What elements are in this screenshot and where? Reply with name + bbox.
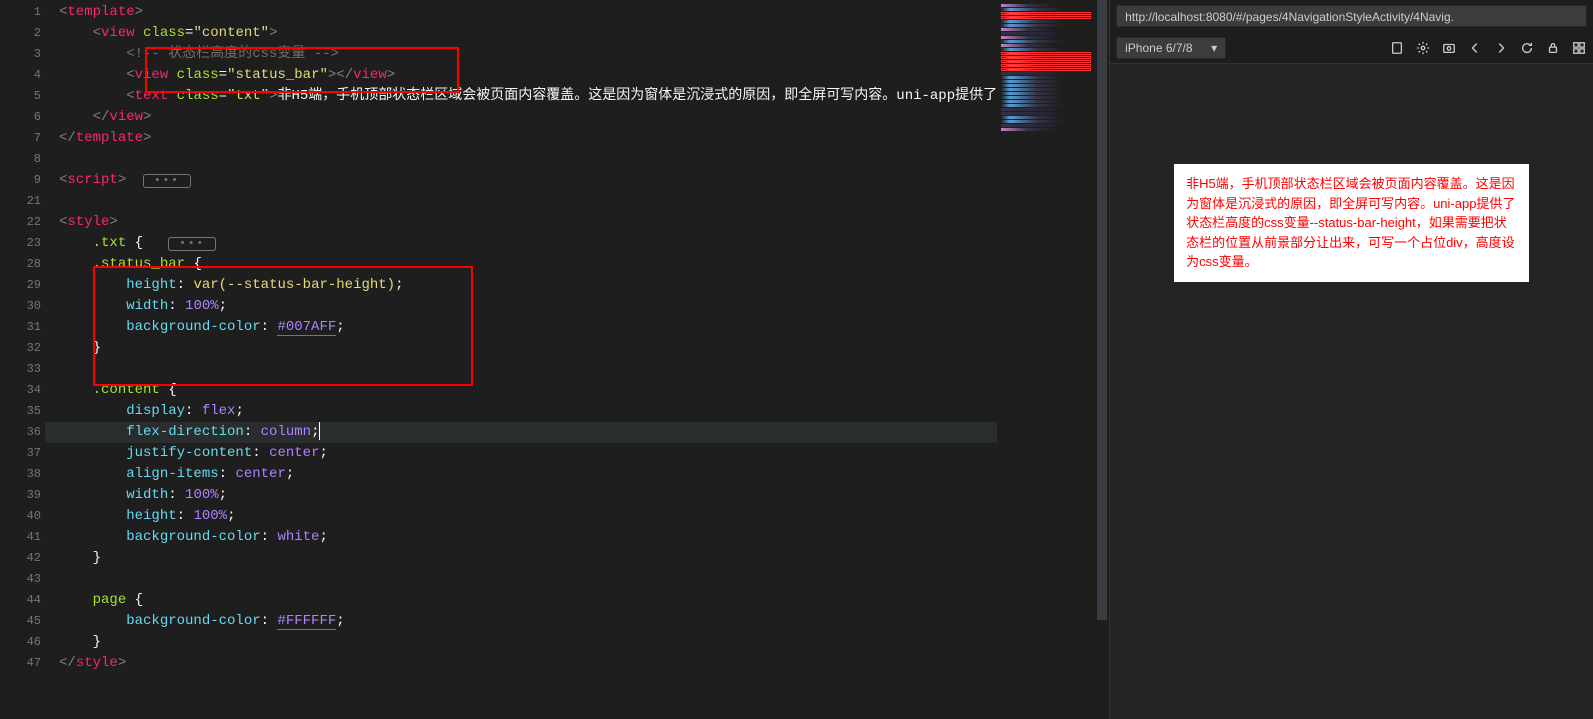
line-number: 35	[0, 401, 45, 422]
line-number: 21	[0, 191, 45, 212]
code-line: width: 100%;	[45, 485, 997, 506]
code-line: </style>	[45, 653, 997, 674]
code-line: justify-content: center;	[45, 443, 997, 464]
url-input[interactable]: http://localhost:8080/#/pages/4Navigatio…	[1116, 5, 1587, 27]
refresh-icon[interactable]	[1519, 40, 1535, 56]
lock-icon[interactable]	[1545, 40, 1561, 56]
code-line: <script> •••	[45, 170, 997, 191]
fold-badge[interactable]: •••	[168, 237, 216, 251]
line-number: 47	[0, 653, 45, 674]
line-number: 28−	[0, 254, 45, 275]
scroll-thumb[interactable]	[1097, 0, 1107, 620]
line-number: 2−	[0, 23, 45, 44]
code-line: .status_bar {	[45, 254, 997, 275]
fold-badge[interactable]: •••	[143, 174, 191, 188]
code-line: <view class="content">	[45, 23, 997, 44]
device-label: iPhone 6/7/8	[1125, 41, 1192, 55]
line-number: 3	[0, 44, 45, 65]
rotate-icon[interactable]	[1389, 40, 1405, 56]
screenshot-icon[interactable]	[1441, 40, 1457, 56]
line-number: 40	[0, 506, 45, 527]
code-line: }	[45, 548, 997, 569]
devtools-panel: http://localhost:8080/#/pages/4Navigatio…	[1109, 0, 1593, 719]
line-number: 6	[0, 107, 45, 128]
back-icon[interactable]	[1467, 40, 1483, 56]
gear-icon[interactable]	[1415, 40, 1431, 56]
code-line: <view class="status_bar"></view>	[45, 65, 997, 86]
line-number: 5	[0, 86, 45, 107]
chevron-down-icon: ▾	[1211, 41, 1217, 55]
code-line: .content {	[45, 380, 997, 401]
line-number: 32	[0, 338, 45, 359]
code-line: height: 100%;	[45, 506, 997, 527]
phone-preview[interactable]: 非H5端，手机顶部状态栏区域会被页面内容覆盖。这是因为窗体是沉浸式的原因，即全屏…	[1174, 164, 1529, 282]
line-number: 39	[0, 485, 45, 506]
code-line: <!-- 状态栏高度的css变量 -->	[45, 44, 997, 65]
code-line: display: flex;	[45, 401, 997, 422]
code-line: <text class="txt">非H5端，手机顶部状态栏区域会被页面内容覆盖…	[45, 86, 997, 107]
line-number: 42	[0, 548, 45, 569]
preview-viewport: 非H5端，手机顶部状态栏区域会被页面内容覆盖。这是因为窗体是沉浸式的原因，即全屏…	[1110, 64, 1593, 719]
code-line: }	[45, 632, 997, 653]
code-line	[45, 149, 997, 170]
line-number: 22−	[0, 212, 45, 233]
line-number: 30	[0, 296, 45, 317]
code-line: </view>	[45, 107, 997, 128]
code-line	[45, 191, 997, 212]
line-number: 34−	[0, 380, 45, 401]
line-number: 45	[0, 611, 45, 632]
code-content[interactable]: <template> <view class="content"> <!-- 状…	[45, 0, 997, 719]
line-number: 29	[0, 275, 45, 296]
line-number: 43	[0, 569, 45, 590]
line-number: 1−	[0, 2, 45, 23]
line-number: 7	[0, 128, 45, 149]
code-line: </template>	[45, 128, 997, 149]
code-line	[45, 569, 997, 590]
line-number: 31	[0, 317, 45, 338]
code-line: background-color: white;	[45, 527, 997, 548]
minimap[interactable]	[997, 0, 1095, 719]
code-line: .txt { •••	[45, 233, 997, 254]
code-line: background-color: #007AFF;	[45, 317, 997, 338]
line-number: 37	[0, 443, 45, 464]
line-number: 44−	[0, 590, 45, 611]
line-number: 8	[0, 149, 45, 170]
line-gutter: 1−2−3456789−2122−23−28−293031323334−3536…	[0, 0, 45, 719]
code-line: }	[45, 338, 997, 359]
code-line: <template>	[45, 2, 997, 23]
code-line: page {	[45, 590, 997, 611]
scrollbar-vertical[interactable]	[1095, 0, 1109, 719]
devtools-toolbar: iPhone 6/7/8 ▾	[1110, 32, 1593, 64]
code-line: height: var(--status-bar-height);	[45, 275, 997, 296]
line-number: 46	[0, 632, 45, 653]
code-line: background-color: #FFFFFF;	[45, 611, 997, 632]
line-number: 23−	[0, 233, 45, 254]
code-editor: 1−2−3456789−2122−23−28−293031323334−3536…	[0, 0, 1109, 719]
line-number: 4	[0, 65, 45, 86]
preview-text: 非H5端，手机顶部状态栏区域会被页面内容覆盖。这是因为窗体是沉浸式的原因，即全屏…	[1186, 174, 1517, 272]
code-line: width: 100%;	[45, 296, 997, 317]
grid-icon[interactable]	[1571, 40, 1587, 56]
code-line	[45, 359, 997, 380]
code-line: <style>	[45, 212, 997, 233]
forward-icon[interactable]	[1493, 40, 1509, 56]
devtools-urlbar-row: http://localhost:8080/#/pages/4Navigatio…	[1110, 0, 1593, 32]
device-select[interactable]: iPhone 6/7/8 ▾	[1116, 37, 1226, 59]
line-number: 9−	[0, 170, 45, 191]
line-number: 41	[0, 527, 45, 548]
code-line-active: flex-direction: column;	[45, 422, 997, 443]
code-line: align-items: center;	[45, 464, 997, 485]
line-number: 36	[0, 422, 45, 443]
line-number: 33	[0, 359, 45, 380]
line-number: 38	[0, 464, 45, 485]
